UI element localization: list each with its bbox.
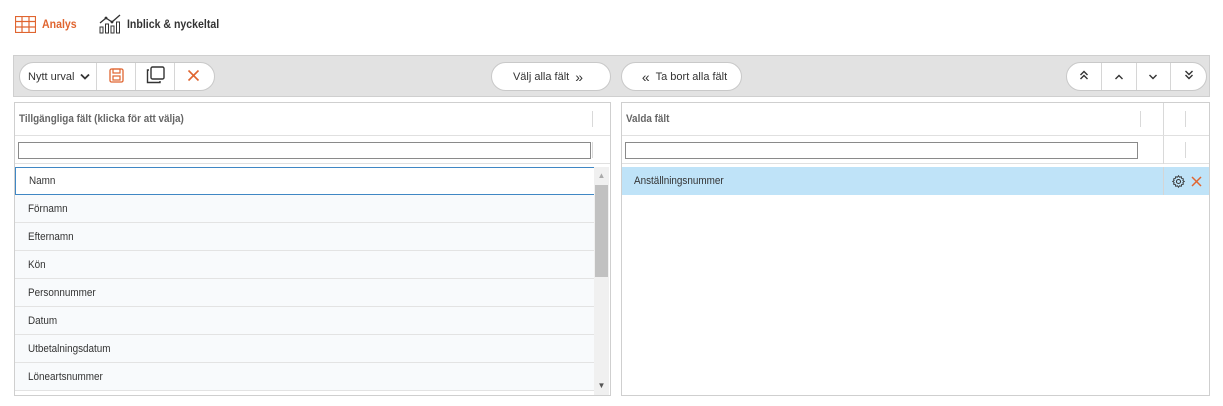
available-field-row[interactable]: Personnummer (15, 279, 595, 307)
available-field-label: Namn (29, 175, 56, 187)
double-chevron-left-icon: « (641, 68, 650, 85)
nav-analys[interactable]: Analys (14, 14, 81, 34)
available-fields-list: Namn Förnamn Efternamn Kön Personnummer Datum… (15, 167, 595, 395)
available-fields-title: Tillgängliga fält (klicka för att välja) (19, 113, 184, 125)
available-field-label: Personnummer (28, 286, 96, 299)
clear-button[interactable] (175, 63, 212, 90)
close-icon[interactable] (1190, 175, 1202, 187)
available-field-row[interactable]: Efternamn (15, 223, 595, 251)
top-nav: Analys Inblick & nyckeltal (14, 12, 250, 36)
available-field-row[interactable]: Utbetalningsdatum (15, 335, 595, 363)
table-icon (14, 14, 36, 34)
chevron-down-icon (80, 71, 91, 83)
copy-icon (146, 66, 165, 87)
selected-field-label: Anställningsnummer (634, 174, 724, 187)
selected-fields-title: Valda fält (626, 113, 670, 125)
chart-icon (99, 14, 121, 34)
scroll-up-icon[interactable]: ▲ (594, 167, 609, 183)
order-controls (1066, 62, 1207, 91)
selected-field-row[interactable]: Anställningsnummer (622, 167, 1209, 195)
nav-analys-label: Analys (42, 17, 77, 31)
selection-dropdown[interactable]: Nytt urval (20, 63, 97, 90)
remove-all-label: Ta bort alla fält (655, 70, 728, 83)
scroll-down-icon[interactable]: ▼ (594, 377, 609, 393)
available-fields-panel: Tillgängliga fält (klicka för att välja)… (14, 102, 611, 396)
move-up-button[interactable] (1102, 63, 1137, 90)
available-scrollbar[interactable]: ▲ ▼ (594, 167, 609, 395)
available-field-label: Förnamn (28, 202, 68, 215)
chevron-down-icon (1148, 71, 1158, 83)
available-field-label: Utbetalningsdatum (28, 342, 111, 355)
available-field-row[interactable]: Förnamn (15, 195, 595, 223)
selection-controls: Nytt urval (19, 62, 215, 91)
scrollbar-thumb[interactable] (595, 185, 608, 277)
selected-fields-list: Anställningsnummer (622, 167, 1209, 395)
double-chevron-down-icon (1184, 70, 1194, 83)
available-field-row[interactable]: Datum (15, 307, 595, 335)
column-divider (592, 111, 593, 127)
close-icon (187, 69, 200, 85)
gear-icon[interactable] (1171, 174, 1185, 188)
double-chevron-up-icon (1079, 70, 1089, 83)
column-divider (1163, 136, 1164, 164)
available-filter-row (15, 136, 610, 164)
column-divider (1185, 142, 1186, 158)
available-field-row[interactable]: Löneartsnummer (15, 363, 595, 391)
column-divider (592, 142, 593, 158)
save-button[interactable] (97, 63, 136, 90)
remove-all-button[interactable]: « Ta bort alla fält (621, 62, 742, 91)
available-field-row[interactable]: Kön (15, 251, 595, 279)
available-field-label: Kön (28, 258, 46, 271)
selected-filter-input[interactable] (625, 142, 1138, 159)
selected-fields-panel: Valda fält Anställningsnummer (621, 102, 1210, 396)
column-divider (1140, 111, 1141, 127)
move-top-button[interactable] (1067, 63, 1102, 90)
selection-dropdown-value: Nytt urval (28, 70, 75, 83)
nav-inblick[interactable]: Inblick & nyckeltal (99, 14, 232, 34)
move-bottom-button[interactable] (1171, 63, 1206, 90)
column-divider (1185, 111, 1186, 127)
select-all-button[interactable]: Välj alla fält » (491, 62, 611, 91)
save-icon (108, 67, 124, 86)
selected-field-actions (1163, 167, 1209, 195)
available-field-label: Löneartsnummer (28, 370, 103, 383)
select-all-label: Välj alla fält (512, 70, 570, 83)
nav-inblick-label: Inblick & nyckeltal (127, 17, 220, 31)
available-fields-header: Tillgängliga fält (klicka för att välja) (15, 103, 610, 136)
chevron-up-icon (1114, 71, 1124, 83)
available-filter-input[interactable] (18, 142, 591, 159)
move-down-button[interactable] (1137, 63, 1172, 90)
column-divider (1163, 103, 1164, 135)
available-field-label: Datum (28, 314, 58, 327)
available-field-row[interactable]: Namn (15, 167, 595, 195)
selected-filter-row (622, 136, 1209, 164)
selected-fields-header: Valda fält (622, 103, 1209, 136)
available-field-label: Efternamn (28, 230, 74, 243)
copy-button[interactable] (136, 63, 175, 90)
double-chevron-right-icon: » (575, 68, 584, 85)
toolbar: Nytt urval Välj alla fält » « Ta bort al… (13, 55, 1210, 97)
